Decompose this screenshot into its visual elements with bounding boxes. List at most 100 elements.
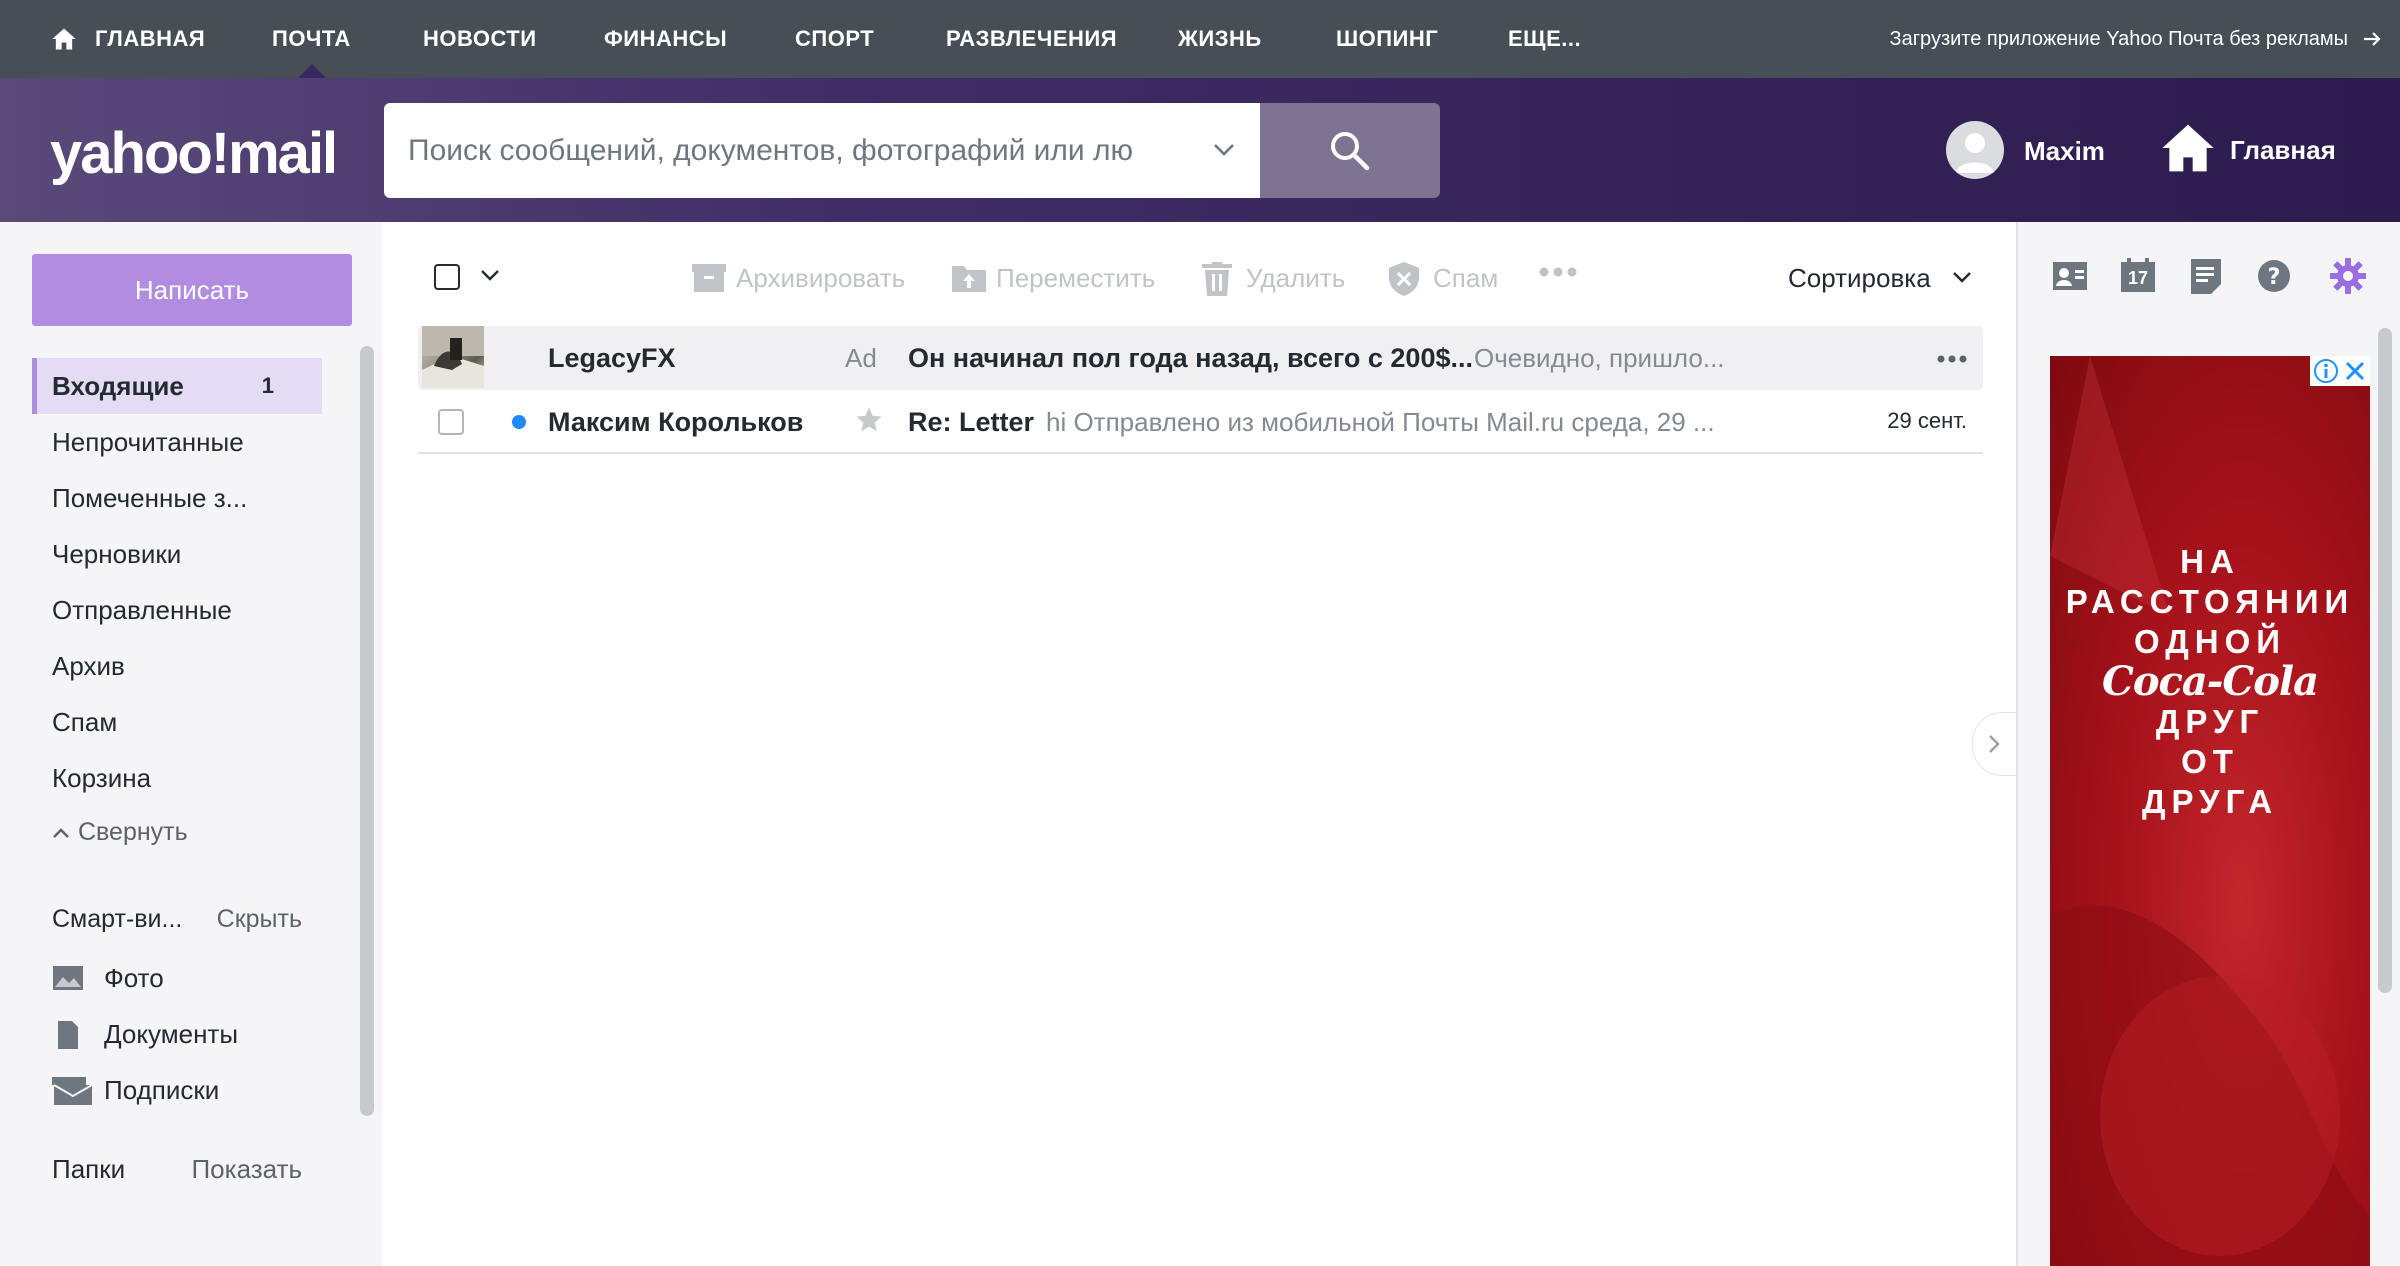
message-date: 29 сент.: [1887, 408, 1967, 433]
search-input[interactable]: Поиск сообщений, документов, фотографий …: [384, 103, 1260, 198]
smart-views-title: Смарт-ви...: [52, 905, 183, 933]
document-icon: [58, 1021, 78, 1049]
ad-close-controls[interactable]: [2310, 356, 2370, 386]
home-icon: [2162, 124, 2214, 172]
unread-count-badge: 1: [261, 373, 274, 398]
chevron-down-icon[interactable]: [1212, 138, 1236, 162]
coca-cola-banner-ad[interactable]: НА РАССТОЯНИИ ОДНОЙ Coca-Cola ДРУГ ОТ ДР…: [2050, 356, 2370, 1266]
folder-trash[interactable]: Корзина: [32, 750, 322, 806]
smart-view-label: Фото: [104, 963, 164, 993]
sidebar-scrollbar[interactable]: [360, 346, 374, 1116]
user-name: Maxim: [2024, 136, 2105, 166]
move-button[interactable]: Переместить: [952, 258, 1172, 298]
spam-label: Спам: [1433, 263, 1499, 293]
ad-line: РАССТОЯНИИ: [2065, 583, 2355, 620]
message-subject: Он начинал пол года назад, всего с 200$.…: [908, 343, 1473, 373]
search-icon: [1331, 132, 1370, 171]
coca-cola-logo: Coca-Cola: [2101, 658, 2319, 705]
message-sender: LegacyFX: [548, 343, 676, 373]
smart-view-documents[interactable]: Документы: [52, 1006, 302, 1062]
topnav-life[interactable]: ЖИЗНЬ: [1178, 0, 1262, 78]
help-icon[interactable]: ?: [2254, 256, 2294, 296]
folder-unread[interactable]: Непрочитанные: [32, 414, 322, 470]
ad-line: НА: [2180, 543, 2240, 580]
page-scrollbar[interactable]: [2378, 328, 2392, 993]
app-promo-text: Загрузите приложение Yahoo Почта без рек…: [1889, 28, 2348, 50]
star-icon[interactable]: [854, 405, 884, 435]
trash-icon: [1202, 262, 1232, 296]
chevron-down-icon[interactable]: [480, 268, 500, 282]
collapse-folders-button[interactable]: Свернуть: [32, 806, 322, 858]
collapse-label: Свернуть: [78, 818, 188, 846]
ad-line: ДРУГ: [2155, 703, 2265, 740]
smart-view-photos[interactable]: Фото: [52, 950, 302, 1006]
top-navigation-bar: ГЛАВНАЯ ПОЧТА НОВОСТИ ФИНАНСЫ СПОРТ РАЗВ…: [0, 0, 2400, 78]
message-toolbar: Архивировать Переместить Удалить Спам Со…: [382, 222, 2016, 326]
user-folders-show-button[interactable]: Показать: [191, 1144, 302, 1194]
spam-button[interactable]: Спам: [1389, 258, 1509, 298]
notepad-icon[interactable]: [2186, 256, 2226, 296]
smart-views-hide-button[interactable]: Скрыть: [217, 894, 302, 944]
folder-sent[interactable]: Отправленные: [32, 582, 322, 638]
more-actions-icon[interactable]: [1538, 266, 1578, 278]
message-row[interactable]: Максим Корольков Re: Letter hi Отправлен…: [418, 390, 1983, 454]
ad-headline: НА РАССТОЯНИИ ОДНОЙ Coca-Cola ДРУГ ОТ ДР…: [2050, 542, 2370, 822]
topnav-shopping[interactable]: ШОПИНГ: [1336, 0, 1438, 78]
sidebar: Написать Входящие 1 Непрочитанные Помече…: [0, 222, 382, 1266]
select-all-checkbox[interactable]: [434, 264, 460, 290]
ad-close-icon[interactable]: [2341, 357, 2369, 385]
ad-more-options-icon[interactable]: [1937, 354, 1967, 364]
chevron-up-icon: [53, 828, 69, 838]
contacts-icon[interactable]: [2050, 256, 2090, 296]
archive-icon: [692, 264, 726, 292]
message-list-pane: Архивировать Переместить Удалить Спам Со…: [382, 222, 2017, 1266]
message-checkbox[interactable]: [438, 409, 464, 435]
compose-button[interactable]: Написать: [32, 254, 352, 326]
topnav-entertainment[interactable]: РАЗВЛЕЧЕНИЯ: [946, 0, 1117, 78]
folder-drafts[interactable]: Черновики: [32, 526, 322, 582]
folder-inbox[interactable]: Входящие 1: [32, 358, 322, 414]
ad-info-icon[interactable]: [2312, 357, 2340, 385]
delete-button[interactable]: Удалить: [1202, 258, 1362, 298]
avatar: [1946, 121, 2004, 179]
search-placeholder: Поиск сообщений, документов, фотографий …: [408, 134, 1134, 167]
folder-spam[interactable]: Спам: [32, 694, 322, 750]
topnav-more[interactable]: ЕЩЕ...: [1508, 0, 1581, 78]
search-button[interactable]: [1260, 103, 1440, 198]
ad-line: ДРУГА: [2141, 783, 2279, 820]
settings-gear-icon[interactable]: [2328, 256, 2368, 296]
folder-label: Входящие: [52, 371, 184, 401]
folder-archive[interactable]: Архив: [32, 638, 322, 694]
active-tab-indicator: [298, 64, 326, 78]
yahoo-mail-logo[interactable]: yahoo!mail: [50, 120, 338, 187]
archive-label: Архивировать: [736, 263, 906, 293]
topnav-finance[interactable]: ФИНАНСЫ: [604, 0, 727, 78]
home-icon[interactable]: [50, 25, 78, 53]
unread-indicator: [512, 415, 526, 429]
message-snippet: Очевидно, пришло...: [1474, 343, 1725, 373]
move-label: Переместить: [996, 263, 1156, 293]
delete-label: Удалить: [1246, 263, 1346, 293]
ad-thumbnail-image: [422, 326, 484, 388]
message-snippet: hi Отправлено из мобильной Почты Mail.ru…: [1046, 407, 1715, 437]
sort-dropdown[interactable]: Сортировка: [1788, 258, 1971, 298]
message-list: LegacyFX Ad Он начинал пол года назад, в…: [418, 326, 1983, 454]
expand-right-rail-button[interactable]: [1972, 712, 2017, 776]
svg-text:?: ?: [2268, 265, 2281, 290]
sponsored-message-row[interactable]: LegacyFX Ad Он начинал пол года назад, в…: [418, 326, 1983, 390]
mail-header: yahoo!mail Поиск сообщений, документов, …: [0, 78, 2400, 222]
topnav-home[interactable]: ГЛАВНАЯ: [95, 0, 205, 78]
ad-line: ОДНОЙ: [2134, 623, 2286, 660]
calendar-icon[interactable]: 17: [2118, 256, 2158, 296]
topnav-sport[interactable]: СПОРТ: [795, 0, 874, 78]
smart-view-subscriptions[interactable]: Подписки: [52, 1062, 302, 1118]
folder-starred[interactable]: Помеченные з...: [32, 470, 322, 526]
ad-line: ОТ: [2181, 743, 2239, 780]
user-silhouette-icon: [1956, 133, 1994, 173]
app-promo-link[interactable]: Загрузите приложение Yahoo Почта без рек…: [1889, 0, 2381, 78]
archive-button[interactable]: Архивировать: [692, 258, 932, 298]
topnav-news[interactable]: НОВОСТИ: [423, 0, 537, 78]
calendar-day: 17: [2127, 268, 2149, 288]
home-button-label: Главная: [2230, 135, 2336, 165]
smart-view-label: Документы: [104, 1019, 239, 1049]
